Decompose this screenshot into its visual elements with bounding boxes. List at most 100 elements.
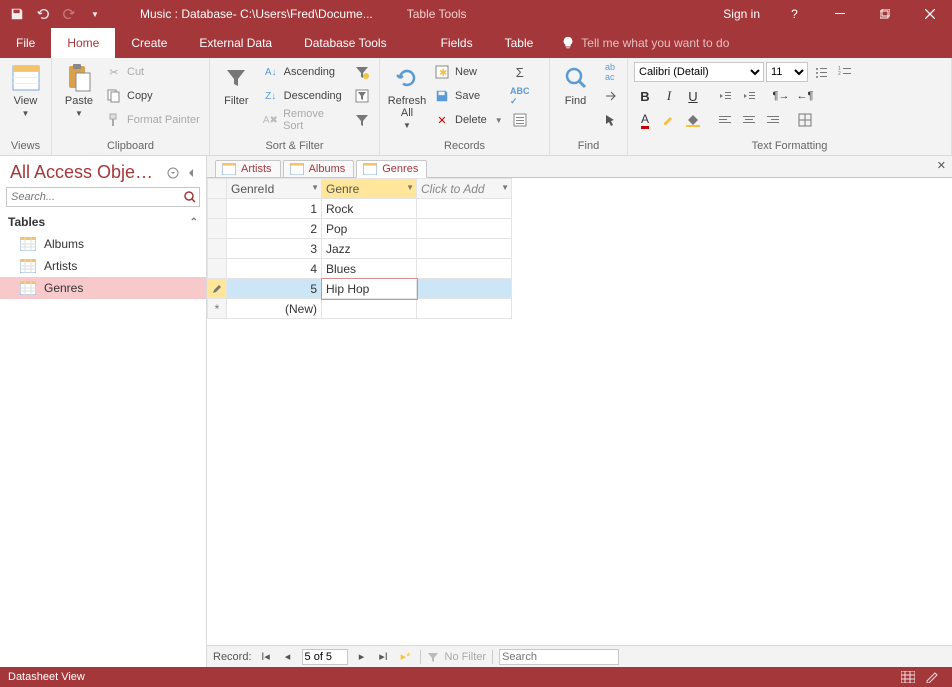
nav-item-albums[interactable]: Albums: [0, 233, 206, 255]
close-tab-icon[interactable]: ✕: [937, 159, 946, 172]
design-view-button[interactable]: [920, 668, 944, 686]
nav-collapse-icon[interactable]: [184, 166, 198, 180]
toggle-filter-button[interactable]: [351, 109, 373, 131]
table-row[interactable]: 2Pop: [208, 219, 512, 239]
totals-button[interactable]: Σ: [509, 61, 531, 83]
tell-me-search[interactable]: Tell me what you want to do: [549, 28, 741, 58]
align-right-button[interactable]: [762, 109, 784, 131]
cut-button: ✂Cut: [104, 61, 202, 83]
close-icon[interactable]: [907, 0, 952, 28]
nav-group-tables[interactable]: Tables ⌃: [0, 211, 206, 233]
ribbon-tabs: File Home Create External Data Database …: [0, 28, 952, 58]
paste-button[interactable]: Paste ▼: [58, 61, 100, 118]
col-header-click-to-add[interactable]: Click to Add▼: [417, 179, 512, 199]
align-left-button[interactable]: [714, 109, 736, 131]
filter-button[interactable]: Filter: [216, 61, 257, 107]
view-button[interactable]: View ▼: [6, 61, 45, 118]
datasheet[interactable]: GenreId▼ Genre▼ Click to Add▼ 1Rock 2Pop…: [207, 178, 952, 645]
minimize-icon[interactable]: [817, 0, 862, 28]
undo-icon[interactable]: [32, 3, 54, 25]
table-row[interactable]: 4Blues: [208, 259, 512, 279]
datasheet-view-button[interactable]: [896, 668, 920, 686]
replace-button[interactable]: abac: [599, 61, 621, 83]
record-search-input[interactable]: [499, 649, 619, 665]
doc-tab-genres[interactable]: Genres: [356, 160, 427, 178]
nav-dropdown-icon[interactable]: [166, 166, 180, 180]
ltr-button[interactable]: ¶→: [770, 85, 792, 107]
delete-record-button[interactable]: ✕Delete▼: [432, 109, 505, 131]
italic-button[interactable]: I: [658, 85, 680, 107]
table-row-new[interactable]: *(New): [208, 299, 512, 319]
qat-dropdown-icon[interactable]: ▼: [84, 3, 106, 25]
doc-tab-albums[interactable]: Albums: [283, 160, 355, 177]
nav-search-input[interactable]: [6, 187, 200, 207]
nav-item-artists[interactable]: Artists: [0, 255, 206, 277]
highlight-button[interactable]: [658, 109, 680, 131]
underline-button[interactable]: U: [682, 85, 704, 107]
tab-create[interactable]: Create: [115, 28, 183, 58]
advanced-filter-button[interactable]: [351, 85, 373, 107]
more-records-button[interactable]: [509, 109, 531, 131]
format-painter-button: Format Painter: [104, 109, 202, 131]
next-record-button[interactable]: ▸: [354, 649, 370, 665]
bold-button[interactable]: B: [634, 85, 656, 107]
search-icon[interactable]: [183, 190, 197, 204]
first-record-button[interactable]: I◂: [258, 649, 274, 665]
record-position-input[interactable]: [302, 649, 348, 665]
sign-in-link[interactable]: Sign in: [711, 7, 772, 21]
increase-indent-button[interactable]: [738, 85, 760, 107]
find-button[interactable]: Find: [556, 61, 595, 107]
col-header-genre[interactable]: Genre▼: [322, 179, 417, 199]
new-record-nav-button[interactable]: ▸*: [398, 649, 414, 665]
tab-table[interactable]: Table: [489, 28, 550, 58]
table-row[interactable]: 3Jazz: [208, 239, 512, 259]
tab-home[interactable]: Home: [51, 28, 115, 58]
save-record-button[interactable]: Save: [432, 85, 505, 107]
ascending-button[interactable]: A↓Ascending: [261, 61, 347, 83]
col-header-genreid[interactable]: GenreId▼: [227, 179, 322, 199]
new-record-button[interactable]: ✱New: [432, 61, 505, 83]
table-row-active[interactable]: 5Hip Hop: [208, 279, 512, 299]
restore-icon[interactable]: [862, 0, 907, 28]
nav-title[interactable]: All Access Obje…: [10, 162, 162, 183]
nav-item-genres[interactable]: Genres: [0, 277, 206, 299]
doc-tab-artists[interactable]: Artists: [215, 160, 281, 177]
help-icon[interactable]: ?: [772, 0, 817, 28]
save-icon[interactable]: [6, 3, 28, 25]
bullets-button[interactable]: [810, 61, 832, 83]
font-color-button[interactable]: A: [634, 109, 656, 131]
chevron-down-icon[interactable]: ▼: [311, 183, 319, 192]
chevron-down-icon: ▼: [75, 109, 83, 118]
table-row[interactable]: 1Rock: [208, 199, 512, 219]
chevron-down-icon[interactable]: ▼: [501, 183, 509, 192]
spelling-button[interactable]: ABC✓: [509, 85, 531, 107]
sort-asc-icon: A↓: [263, 64, 279, 80]
selection-filter-button[interactable]: [351, 61, 373, 83]
font-family-select[interactable]: Calibri (Detail): [634, 62, 764, 82]
editing-cell[interactable]: Hip Hop: [322, 279, 417, 299]
remove-sort-button: A✖Remove Sort: [261, 109, 347, 131]
tab-fields[interactable]: Fields: [425, 28, 489, 58]
cut-icon: ✂: [106, 64, 122, 80]
align-center-button[interactable]: [738, 109, 760, 131]
decrease-indent-button[interactable]: [714, 85, 736, 107]
rtl-button[interactable]: ←¶: [794, 85, 816, 107]
svg-text:✱: ✱: [439, 68, 447, 79]
select-all-corner[interactable]: [208, 179, 227, 199]
chevron-down-icon[interactable]: ▼: [406, 183, 414, 192]
select-button[interactable]: [599, 109, 621, 131]
tab-database-tools[interactable]: Database Tools: [288, 28, 403, 58]
chevron-down-icon: ▼: [403, 121, 411, 130]
font-size-select[interactable]: 11: [766, 62, 808, 82]
numbering-button[interactable]: 12: [834, 61, 856, 83]
descending-button[interactable]: Z↓Descending: [261, 85, 347, 107]
fill-color-button[interactable]: [682, 109, 704, 131]
last-record-button[interactable]: ▸I: [376, 649, 392, 665]
tab-external-data[interactable]: External Data: [183, 28, 288, 58]
refresh-all-button[interactable]: Refresh All ▼: [386, 61, 428, 130]
goto-button[interactable]: [599, 85, 621, 107]
tab-file[interactable]: File: [0, 28, 51, 58]
gridlines-button[interactable]: [794, 109, 816, 131]
prev-record-button[interactable]: ◂: [280, 649, 296, 665]
copy-button[interactable]: Copy: [104, 85, 202, 107]
